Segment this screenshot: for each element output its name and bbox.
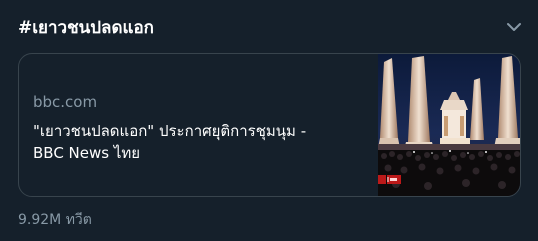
card-headline-line2: BBC News ไทย xyxy=(33,144,141,162)
trend-item[interactable]: #เยาวชนปลดแอก bbc.com "เยาวชนปลดแอก" ประ… xyxy=(0,0,538,241)
tweet-count: 9.92M ทวีต xyxy=(18,212,92,228)
card-text: bbc.com "เยาวชนปลดแอก" ประกาศยุติการชุมน… xyxy=(33,92,373,164)
trend-hashtag[interactable]: #เยาวชนปลดแอก xyxy=(18,17,154,39)
card-domain: bbc.com xyxy=(33,93,98,111)
chevron-down-icon[interactable] xyxy=(503,16,525,38)
card-headline: "เยาวชนปลดแอก" ประกาศยุติการชุมนุม - BBC… xyxy=(33,120,373,164)
link-preview-card[interactable]: bbc.com "เยาวชนปลดแอก" ประกาศยุติการชุมน… xyxy=(18,53,521,197)
card-thumbnail-image xyxy=(378,54,520,196)
card-headline-line1: "เยาวชนปลดแอก" ประกาศยุติการชุมนุม - xyxy=(33,122,307,140)
